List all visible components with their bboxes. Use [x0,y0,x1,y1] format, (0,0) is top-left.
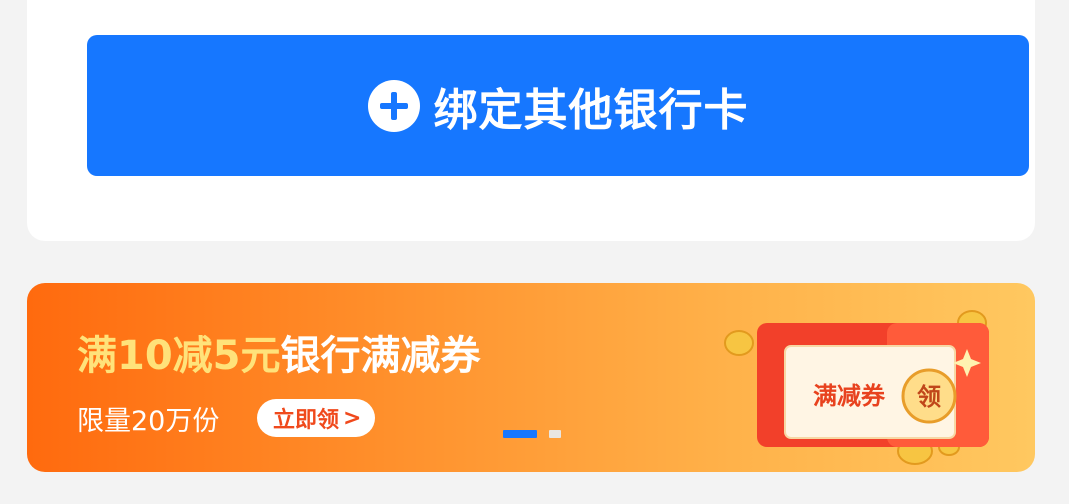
claim-now-button[interactable]: 立即领 > [257,399,376,437]
carousel-dot-active[interactable] [503,430,537,438]
coupon-illustration: 满减券 领 [724,310,989,465]
coupon-badge-text: 领 [917,383,941,411]
coupon-text: 满减券 [813,382,886,410]
banner-title: 满10减5元银行满减券 [77,323,481,381]
banner-subtitle: 限量20万份 [77,406,220,437]
banner-title-rest: 银行满减券 [280,333,481,379]
banner-title-highlight: 满10减5元 [77,333,281,379]
claim-now-label: 立即领 [273,408,340,433]
promo-banner[interactable]: 满10减5元银行满减券 限量20万份 立即领 > 满减券 领 [27,283,1035,472]
bind-other-bank-card-button[interactable]: 绑定其他银行卡 [87,35,1029,176]
carousel-dot[interactable] [549,430,561,438]
coin-icon [724,330,754,356]
plus-circle-icon [367,79,420,132]
carousel-indicator [503,430,561,438]
bind-button-label: 绑定其他银行卡 [433,84,749,136]
chevron-right-icon: > [343,405,362,431]
bank-card-panel: 绑定其他银行卡 [27,0,1035,241]
